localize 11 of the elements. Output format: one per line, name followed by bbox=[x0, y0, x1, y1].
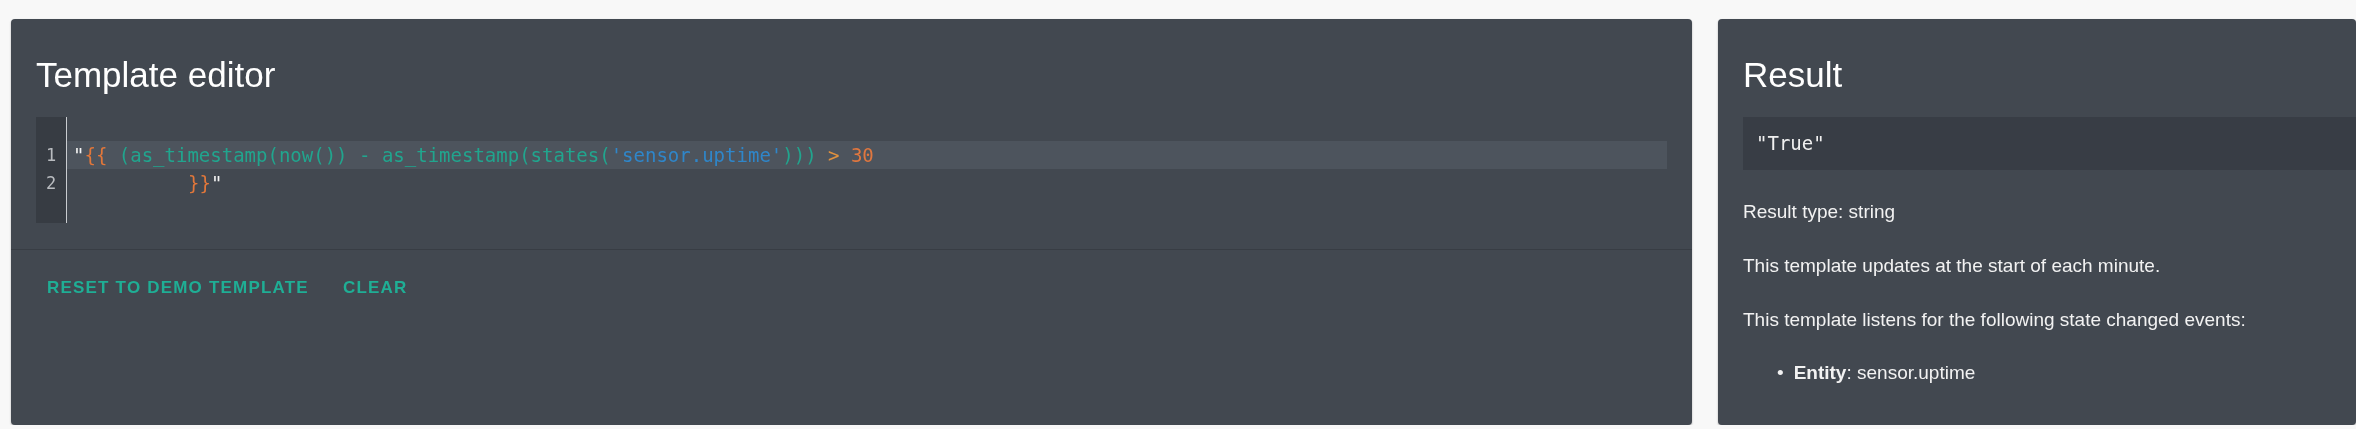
card-title: Result bbox=[1742, 54, 1844, 95]
listen-note: This template listens for the following state changed events: bbox=[1743, 308, 2247, 332]
bullet: • bbox=[1777, 361, 1784, 385]
card-title: Template editor bbox=[35, 54, 277, 95]
result-type: Result type: string bbox=[1743, 200, 1897, 224]
line-number: 2 bbox=[44, 172, 58, 195]
result-value: "True" bbox=[1743, 117, 2356, 170]
update-note: This template updates at the start of each minute. bbox=[1743, 254, 2162, 278]
line-number: 1 bbox=[44, 144, 58, 167]
code-line[interactable]: }}" bbox=[67, 169, 1667, 197]
listener-item: Entity: sensor.uptime bbox=[1793, 361, 1976, 385]
